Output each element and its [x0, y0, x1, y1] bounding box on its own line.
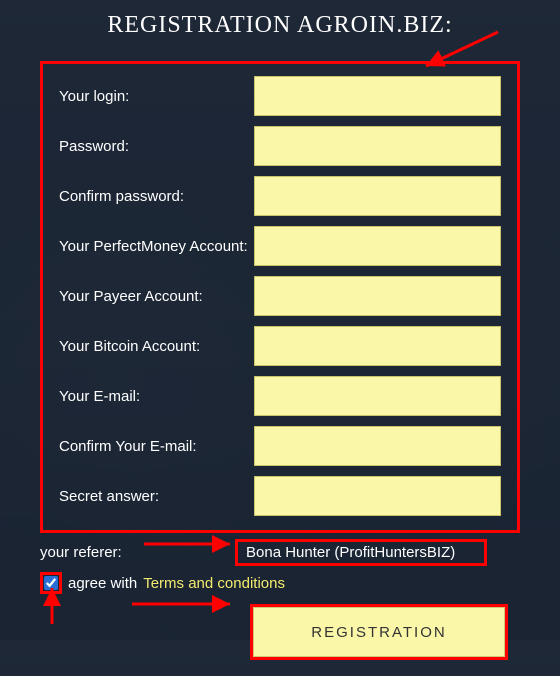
perfectmoney-input[interactable]	[254, 226, 501, 266]
bitcoin-input[interactable]	[254, 326, 501, 366]
terms-link[interactable]: Terms and conditions	[143, 575, 285, 592]
perfectmoney-label: Your PerfectMoney Account:	[59, 238, 254, 255]
agree-prefix: agree with	[68, 575, 137, 592]
secret-input[interactable]	[254, 476, 501, 516]
confirm-password-label: Confirm password:	[59, 188, 254, 205]
secret-label: Secret answer:	[59, 488, 254, 505]
agree-checkbox[interactable]	[44, 576, 58, 590]
email-label: Your E-mail:	[59, 388, 254, 405]
confirm-email-input[interactable]	[254, 426, 501, 466]
login-label: Your login:	[59, 88, 254, 105]
email-input[interactable]	[254, 376, 501, 416]
referer-value: Bona Hunter (ProfitHuntersBIZ)	[235, 539, 487, 566]
agree-checkbox-highlight	[40, 572, 62, 594]
payeer-label: Your Payeer Account:	[59, 288, 254, 305]
confirm-password-input[interactable]	[254, 176, 501, 216]
payeer-input[interactable]	[254, 276, 501, 316]
referer-label: your referer:	[40, 544, 235, 561]
confirm-email-label: Confirm Your E-mail:	[59, 438, 254, 455]
registration-form: Your login: Password: Confirm password: …	[40, 61, 520, 533]
login-input[interactable]	[254, 76, 501, 116]
password-input[interactable]	[254, 126, 501, 166]
bitcoin-label: Your Bitcoin Account:	[59, 338, 254, 355]
page-title: REGISTRATION AGROIN.BIZ:	[40, 12, 520, 39]
password-label: Password:	[59, 138, 254, 155]
annotation-arrow-button	[130, 594, 240, 614]
registration-button-highlight: REGISTRATION	[250, 604, 508, 660]
registration-button[interactable]: REGISTRATION	[253, 607, 505, 657]
